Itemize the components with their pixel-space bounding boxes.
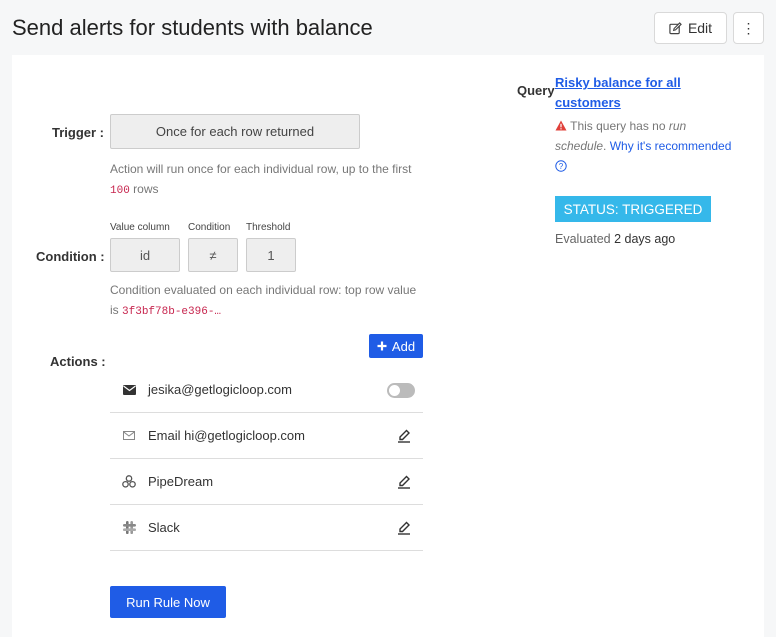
- pencil-edit-icon[interactable]: [397, 427, 411, 443]
- pipedream-icon: [122, 475, 136, 488]
- action-label-hi-email: Email hi@getlogicloop.com: [148, 428, 305, 443]
- evaluated-prefix: Evaluated: [555, 232, 611, 246]
- edit-button[interactable]: Edit: [654, 12, 727, 44]
- envelope-solid-icon: [122, 384, 136, 395]
- why-recommended-link[interactable]: Why it's recommended: [610, 139, 732, 153]
- run-rule-now-button[interactable]: Run Rule Now: [110, 586, 226, 618]
- evaluated-info: Evaluated 2 days ago: [555, 232, 675, 246]
- pencil-edit-icon[interactable]: [397, 519, 411, 535]
- condition-top-row-value: 3f3bf78b-e396-…: [122, 306, 222, 318]
- condition-help: Condition evaluated on each individual r…: [110, 280, 420, 322]
- envelope-outline-icon: [123, 431, 135, 440]
- threshold-value: 1: [267, 247, 275, 263]
- vertical-dots-icon: ⋮: [741, 19, 756, 36]
- trigger-select[interactable]: Once for each row returned: [110, 114, 360, 149]
- evaluated-time: 2 days ago: [614, 232, 676, 246]
- condition-header: Condition: [188, 222, 231, 233]
- status-badge: STATUS: TRIGGERED: [555, 196, 711, 222]
- action-label-jesika: jesika@getlogicloop.com: [148, 382, 292, 397]
- slack-icon: [122, 521, 136, 534]
- action-enable-toggle[interactable]: [387, 383, 415, 398]
- warning-triangle-icon: [555, 120, 567, 131]
- warning-text: This query has no: [570, 119, 666, 133]
- query-label: Query: [517, 83, 555, 98]
- add-action-button[interactable]: Add: [369, 334, 423, 358]
- value-column-value: id: [139, 247, 151, 263]
- action-item-jesika-email[interactable]: jesika@getlogicloop.com: [110, 367, 423, 413]
- action-label-pipedream: PipeDream: [148, 474, 214, 489]
- value-column-field[interactable]: id: [110, 238, 180, 272]
- trigger-help-prefix: Action will run once for each individual…: [110, 162, 412, 176]
- schedule-warning: This query has no run schedule. Why it's…: [555, 119, 732, 172]
- trigger-value: Once for each row returned: [155, 124, 315, 139]
- action-list: jesika@getlogicloop.com Email hi@getlogi…: [110, 367, 423, 551]
- actions-label: Actions :: [50, 354, 106, 369]
- action-label-slack: Slack: [148, 520, 180, 535]
- action-item-pipedream[interactable]: PipeDream: [110, 459, 423, 505]
- trigger-help: Action will run once for each individual…: [110, 159, 420, 201]
- condition-operator-value: ≠: [209, 247, 217, 263]
- trigger-label: Trigger :: [52, 125, 105, 140]
- condition-operator-field[interactable]: ≠: [188, 238, 238, 272]
- condition-label: Condition :: [36, 249, 105, 264]
- more-options-button[interactable]: ⋮: [733, 12, 764, 44]
- query-link[interactable]: Risky balance for all customers: [555, 73, 730, 113]
- page-title: Send alerts for students with balance: [12, 15, 373, 40]
- pencil-edit-icon[interactable]: [397, 473, 411, 489]
- trigger-help-suffix: rows: [133, 182, 159, 196]
- action-item-hi-email[interactable]: Email hi@getlogicloop.com: [110, 413, 423, 459]
- help-circle-icon[interactable]: ?: [555, 160, 567, 172]
- threshold-field[interactable]: 1: [246, 238, 296, 272]
- edit-label: Edit: [687, 20, 713, 36]
- trigger-row-limit: 100: [110, 185, 130, 197]
- threshold-header: Threshold: [246, 222, 291, 233]
- edit-icon: [669, 21, 682, 34]
- value-column-header: Value column: [110, 222, 170, 233]
- action-item-slack[interactable]: Slack: [110, 505, 423, 551]
- svg-text:?: ?: [559, 162, 564, 171]
- add-action-label: Add: [391, 338, 416, 354]
- plus-icon: [377, 341, 387, 351]
